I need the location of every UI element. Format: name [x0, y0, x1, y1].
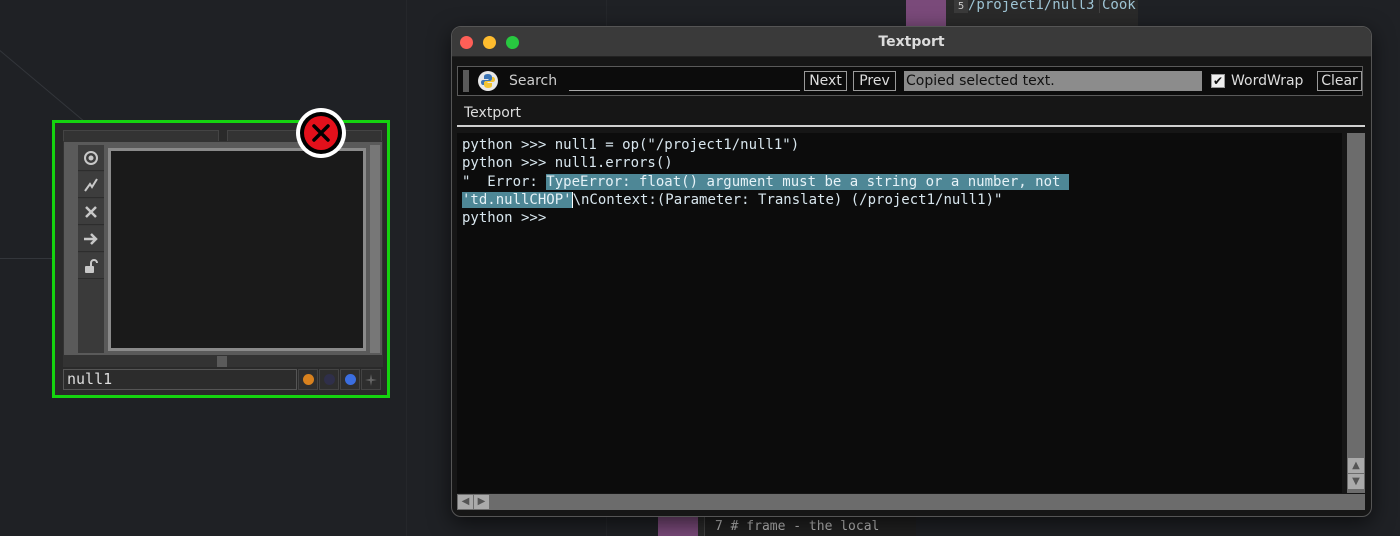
console-line: python >>> null1 = op("/project1/null1")	[462, 137, 800, 153]
table-cell-path: /project1/null3	[968, 0, 1095, 13]
console-line: " Error: TypeError: float() argument mus…	[462, 173, 1342, 191]
clear-icon[interactable]	[78, 199, 104, 225]
tab-textport[interactable]: Textport	[457, 105, 521, 125]
console-output[interactable]: python >>> null1 = op("/project1/null1")…	[457, 133, 1342, 493]
wordwrap-label: WordWrap	[1231, 73, 1304, 89]
console-line: python >>> null1.errors()	[462, 155, 673, 172]
toolbar-grip[interactable]	[463, 70, 469, 92]
status-field: Copied selected text.	[904, 71, 1202, 91]
null-chop-node[interactable]: null1	[52, 120, 390, 398]
error-x-icon[interactable]	[296, 108, 346, 158]
viewer-active-icon[interactable]	[78, 145, 104, 171]
export-flag[interactable]	[361, 369, 381, 390]
table-cell-cook: Cook	[1099, 0, 1136, 13]
scroll-up-arrow-icon[interactable]: ▲	[1348, 458, 1364, 473]
next-button[interactable]: Next	[804, 71, 847, 91]
clear-button[interactable]: Clear	[1317, 71, 1362, 91]
wordwrap-checkbox[interactable]: ✔	[1211, 74, 1225, 88]
selected-text: TypeError: float() argument must be a st…	[546, 173, 1069, 190]
search-toolbar: Search Next Prev Copied selected text. ✔…	[457, 66, 1363, 96]
bypass-icon[interactable]	[78, 172, 104, 198]
node-name-field[interactable]: null1	[63, 369, 297, 390]
table-row-number: 5	[954, 0, 968, 13]
console-text: " Error:	[462, 173, 547, 190]
vertical-scrollbar[interactable]: ▲ ▼	[1347, 133, 1365, 493]
lock-icon[interactable]	[78, 253, 104, 279]
wire-line	[0, 258, 54, 259]
window-title: Textport	[878, 34, 945, 50]
search-label: Search	[509, 73, 558, 89]
window-titlebar[interactable]: Textport	[452, 27, 1371, 57]
table-dat-header	[906, 0, 946, 16]
display-flag[interactable]	[298, 369, 318, 390]
grid-line	[406, 0, 407, 536]
selected-text: 'td.nullCHOP'	[462, 191, 572, 208]
render-flag[interactable]	[319, 369, 339, 390]
python-logo-icon	[478, 71, 498, 91]
node-toolbar	[78, 145, 104, 353]
tab-underline	[457, 125, 1365, 127]
search-input[interactable]	[569, 71, 800, 91]
node-viewer-rightbar	[370, 145, 380, 353]
table-dat-strip: 5 /project1/null3 Cook	[906, 0, 1138, 16]
console-line: 'td.nullCHOP'\nContext:(Parameter: Trans…	[462, 191, 1342, 209]
node-slider-strip	[63, 356, 383, 367]
scroll-right-arrow-icon[interactable]: ▶	[474, 495, 489, 509]
scroll-down-arrow-icon[interactable]: ▼	[1348, 474, 1364, 489]
code-line: 7 # frame - the local	[715, 520, 880, 533]
viewer-flag[interactable]	[340, 369, 360, 390]
prev-button[interactable]: Prev	[853, 71, 896, 91]
export-icon[interactable]	[78, 226, 104, 252]
textport-window: Textport Search Next Prev Copied selecte…	[451, 26, 1372, 517]
console-prompt[interactable]: python >>>	[462, 209, 1342, 227]
scroll-left-arrow-icon[interactable]: ◀	[458, 495, 473, 509]
horizontal-scrollbar[interactable]: ◀ ▶	[457, 494, 1365, 510]
console-text: \nContext:(Parameter: Translate) (/proje…	[571, 191, 1003, 208]
node-viewer-frame	[63, 141, 383, 356]
wire-diagonal	[0, 50, 85, 122]
node-viewer[interactable]	[108, 148, 366, 351]
